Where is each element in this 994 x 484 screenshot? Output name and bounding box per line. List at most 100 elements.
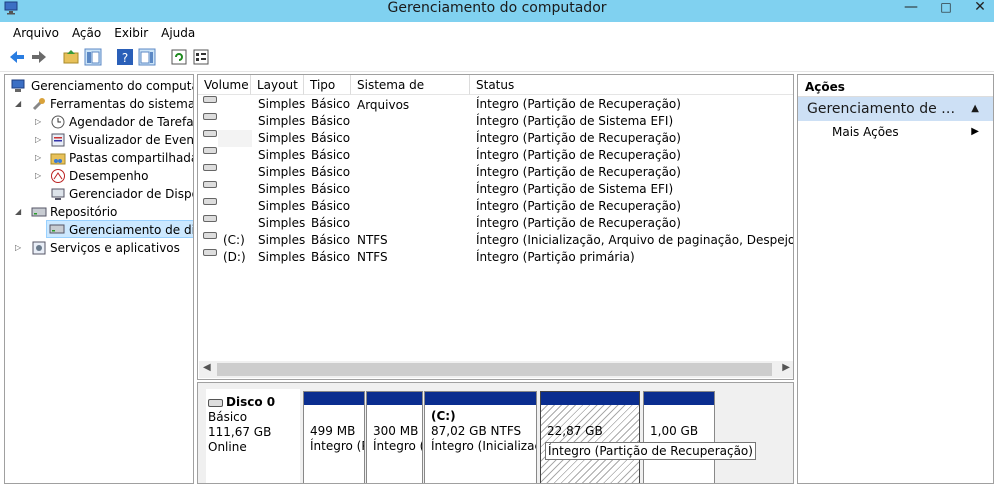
cell-layout: Simples xyxy=(258,250,306,264)
tree-label-shared-folders: Pastas compartilhadas xyxy=(69,151,194,165)
tree-item-event-viewer[interactable]: ▷ Visualizador de Eventos xyxy=(9,131,194,149)
tree-item-system-tools[interactable]: ◢ Ferramentas do sistema xyxy=(9,95,194,113)
tree-label-task-scheduler: Agendador de Tarefas xyxy=(69,115,194,129)
table-row[interactable]: (C:) Simples Básico NTFS Íntegro (Inicia… xyxy=(198,232,793,249)
cell-status: Íntegro (Partição primária) xyxy=(476,250,635,264)
cell-status: Íntegro (Partição de Sistema EFI) xyxy=(476,114,674,128)
disk-name: Disco 0 xyxy=(226,395,276,409)
partition-block-c[interactable]: (C:)87,02 GB NTFSÍntegro (Inicialização,… xyxy=(424,391,537,483)
maximize-button[interactable]: □ xyxy=(932,0,960,18)
collapse-arrow-icon[interactable]: ▷ xyxy=(15,239,21,257)
volume-icon xyxy=(203,198,217,205)
cell-layout: Simples xyxy=(258,97,306,111)
tree-item-disk-management[interactable]: Gerenciamento de disco xyxy=(46,220,193,238)
scroll-left-icon[interactable]: ◀ xyxy=(203,362,211,373)
forward-arrow-icon[interactable] xyxy=(30,48,48,66)
more-actions-item[interactable]: Mais Ações ▶ xyxy=(798,121,993,143)
collapse-arrow-icon[interactable]: ▷ xyxy=(35,113,41,131)
volume-icon xyxy=(203,249,217,256)
tree-item-performance[interactable]: ▷ Desempenho xyxy=(9,167,193,185)
cell-status: Íntegro (Partição de Sistema EFI) xyxy=(476,182,674,196)
volume-icon xyxy=(203,130,217,137)
tree-label-event-viewer: Visualizador de Eventos xyxy=(69,133,194,147)
cell-volume: (D:) xyxy=(223,250,246,264)
expand-arrow-icon[interactable]: ◢ xyxy=(15,95,21,113)
partition-block-selected[interactable]: 22,87 GB xyxy=(540,391,640,483)
actions-header: Ações xyxy=(798,75,993,97)
table-row[interactable]: Simples Básico Íntegro (Partição de Recu… xyxy=(198,130,793,147)
table-row[interactable]: Simples Básico Íntegro (Partição de Recu… xyxy=(198,96,793,113)
show-action-pane-icon[interactable] xyxy=(138,48,156,66)
table-row[interactable]: Simples Básico Íntegro (Partição de Recu… xyxy=(198,147,793,164)
partition-header-bar xyxy=(644,392,714,405)
collapse-arrow-icon[interactable]: ▷ xyxy=(35,149,41,167)
cell-layout: Simples xyxy=(258,148,306,162)
table-row[interactable]: (D:) Simples Básico NTFS Íntegro (Partiç… xyxy=(198,249,793,266)
collapse-arrow-icon[interactable]: ▷ xyxy=(35,131,41,149)
computer-management-icon xyxy=(11,79,25,92)
menu-acao[interactable]: Ação xyxy=(72,22,101,44)
shared-folder-icon xyxy=(50,153,66,165)
show-hide-tree-icon[interactable] xyxy=(84,48,102,66)
clock-icon xyxy=(51,115,65,129)
column-header-layout[interactable]: Layout xyxy=(251,75,304,95)
volume-icon xyxy=(203,113,217,120)
table-row[interactable]: Simples Básico Íntegro (Partição de Recu… xyxy=(198,198,793,215)
column-header-status[interactable]: Status xyxy=(470,75,793,95)
tree-item-task-scheduler[interactable]: ▷ Agendador de Tarefas xyxy=(9,113,194,131)
cell-filesystem: NTFS xyxy=(357,233,388,247)
collapse-up-icon[interactable]: ▲ xyxy=(971,97,979,121)
volume-icon xyxy=(203,215,217,222)
expand-arrow-icon[interactable]: ◢ xyxy=(15,203,21,221)
cell-volume: (C:) xyxy=(223,233,245,247)
toolbar: ? xyxy=(0,44,994,72)
properties-icon[interactable] xyxy=(192,48,210,66)
tree-label-system-tools: Ferramentas do sistema xyxy=(50,97,194,111)
disk-state: Online xyxy=(208,440,247,454)
table-row[interactable]: Simples Básico Íntegro (Partição de Recu… xyxy=(198,164,793,181)
tree-item-services[interactable]: ▷ Serviços e aplicativos xyxy=(9,239,193,257)
help-icon[interactable]: ? xyxy=(116,48,134,66)
column-header-type[interactable]: Tipo xyxy=(304,75,351,95)
actions-section-disk-management[interactable]: Gerenciamento de disco ▲ xyxy=(798,97,993,121)
partition-header-bar xyxy=(541,392,639,405)
cell-type: Básico xyxy=(311,233,351,247)
partition-status: Íntegro (Partição de Sistema EFI) xyxy=(373,439,422,453)
tree-item-storage[interactable]: ◢ Repositório xyxy=(9,203,193,221)
close-button[interactable]: ✕ xyxy=(966,0,994,18)
tree-label-performance: Desempenho xyxy=(69,169,149,183)
table-row[interactable]: Simples Básico Íntegro (Partição de Recu… xyxy=(198,215,793,232)
partition-header-bar xyxy=(367,392,422,405)
tree-item-shared-folders[interactable]: ▷ Pastas compartilhadas xyxy=(9,149,194,167)
disk-icon xyxy=(208,399,223,407)
up-folder-icon[interactable] xyxy=(62,48,80,66)
table-row[interactable]: Simples Básico Íntegro (Partição de Sist… xyxy=(198,181,793,198)
cell-type: Básico xyxy=(311,250,351,264)
partition-label xyxy=(547,409,639,424)
horizontal-scrollbar[interactable]: ◀ ▶ xyxy=(199,361,793,378)
cell-status: Íntegro (Partição de Recuperação) xyxy=(476,165,681,179)
cell-type: Básico xyxy=(311,114,351,128)
menu-ajuda[interactable]: Ajuda xyxy=(161,22,195,44)
tree-item-device-manager[interactable]: Gerenciador de Dispositivos xyxy=(9,185,193,203)
refresh-icon[interactable] xyxy=(170,48,188,66)
column-header-filesystem[interactable]: Sistema de Arquivos xyxy=(351,75,470,112)
collapse-arrow-icon[interactable]: ▷ xyxy=(35,167,41,185)
partition-label xyxy=(310,409,364,424)
partition-block[interactable]: 300 MBÍntegro (Partição de Sistema EFI) xyxy=(366,391,423,483)
scroll-right-icon[interactable]: ▶ xyxy=(782,362,790,373)
cell-type: Básico xyxy=(311,131,351,145)
column-header-volume[interactable]: Volume xyxy=(198,75,251,95)
disk-info[interactable]: Disco 0 Básico 111,67 GB Online xyxy=(206,389,300,483)
partition-block[interactable]: 1,00 GB xyxy=(643,391,715,483)
menu-arquivo[interactable]: Arquivo xyxy=(13,22,59,44)
partition-block[interactable]: 499 MBÍntegro (Partição de Recuperação) xyxy=(303,391,365,483)
volume-icon xyxy=(203,232,217,239)
minimize-button[interactable]: — xyxy=(897,0,925,18)
menu-exibir[interactable]: Exibir xyxy=(114,22,148,44)
table-row[interactable]: Simples Básico Íntegro (Partição de Sist… xyxy=(198,113,793,130)
back-arrow-icon[interactable] xyxy=(8,48,26,66)
volume-icon xyxy=(203,147,217,154)
partition-size: 1,00 GB xyxy=(650,424,699,438)
scrollbar-thumb[interactable] xyxy=(217,363,772,376)
